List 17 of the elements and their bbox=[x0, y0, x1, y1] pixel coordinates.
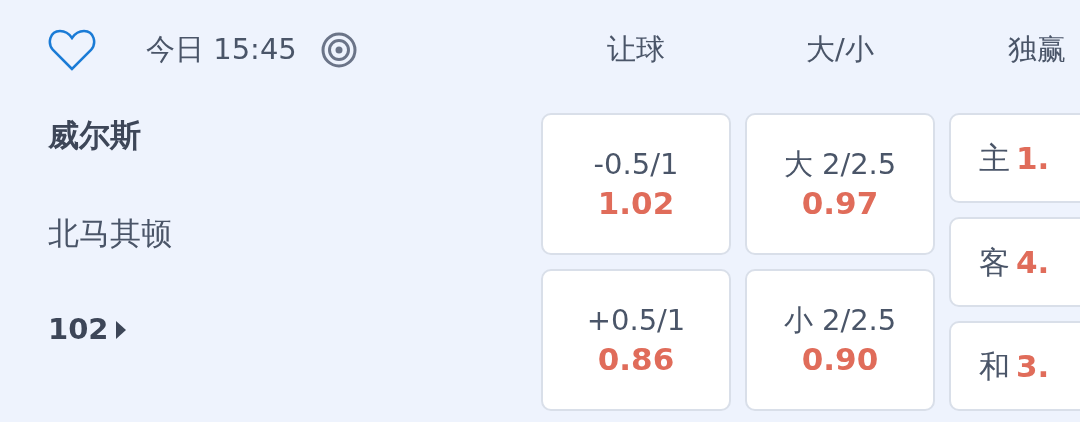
heart-icon[interactable] bbox=[48, 28, 96, 72]
odds-button[interactable]: -0.5/1 1.02 bbox=[541, 113, 731, 255]
more-markets-link[interactable]: 102 bbox=[48, 308, 127, 352]
odds-button[interactable]: 主 1. bbox=[949, 113, 1080, 203]
team-name: 威尔斯 bbox=[48, 116, 141, 155]
team-name: 北马其顿 bbox=[48, 214, 172, 253]
column-header: 独赢 bbox=[1007, 31, 1067, 69]
odds-button[interactable]: 大 2/2.5 0.97 bbox=[745, 113, 935, 255]
column-header: 大/小 bbox=[805, 31, 875, 69]
odds-button[interactable]: 和 3. bbox=[949, 321, 1080, 411]
column-header: 让球 bbox=[606, 31, 666, 69]
target-icon[interactable] bbox=[320, 32, 357, 68]
match-time: 今日 15:45 bbox=[146, 31, 297, 69]
odds-button[interactable]: 小 2/2.5 0.90 bbox=[745, 269, 935, 411]
caret-icon bbox=[114, 318, 127, 341]
odds-button[interactable]: 客 4. bbox=[949, 217, 1080, 307]
odds-button[interactable]: +0.5/1 0.86 bbox=[541, 269, 731, 411]
